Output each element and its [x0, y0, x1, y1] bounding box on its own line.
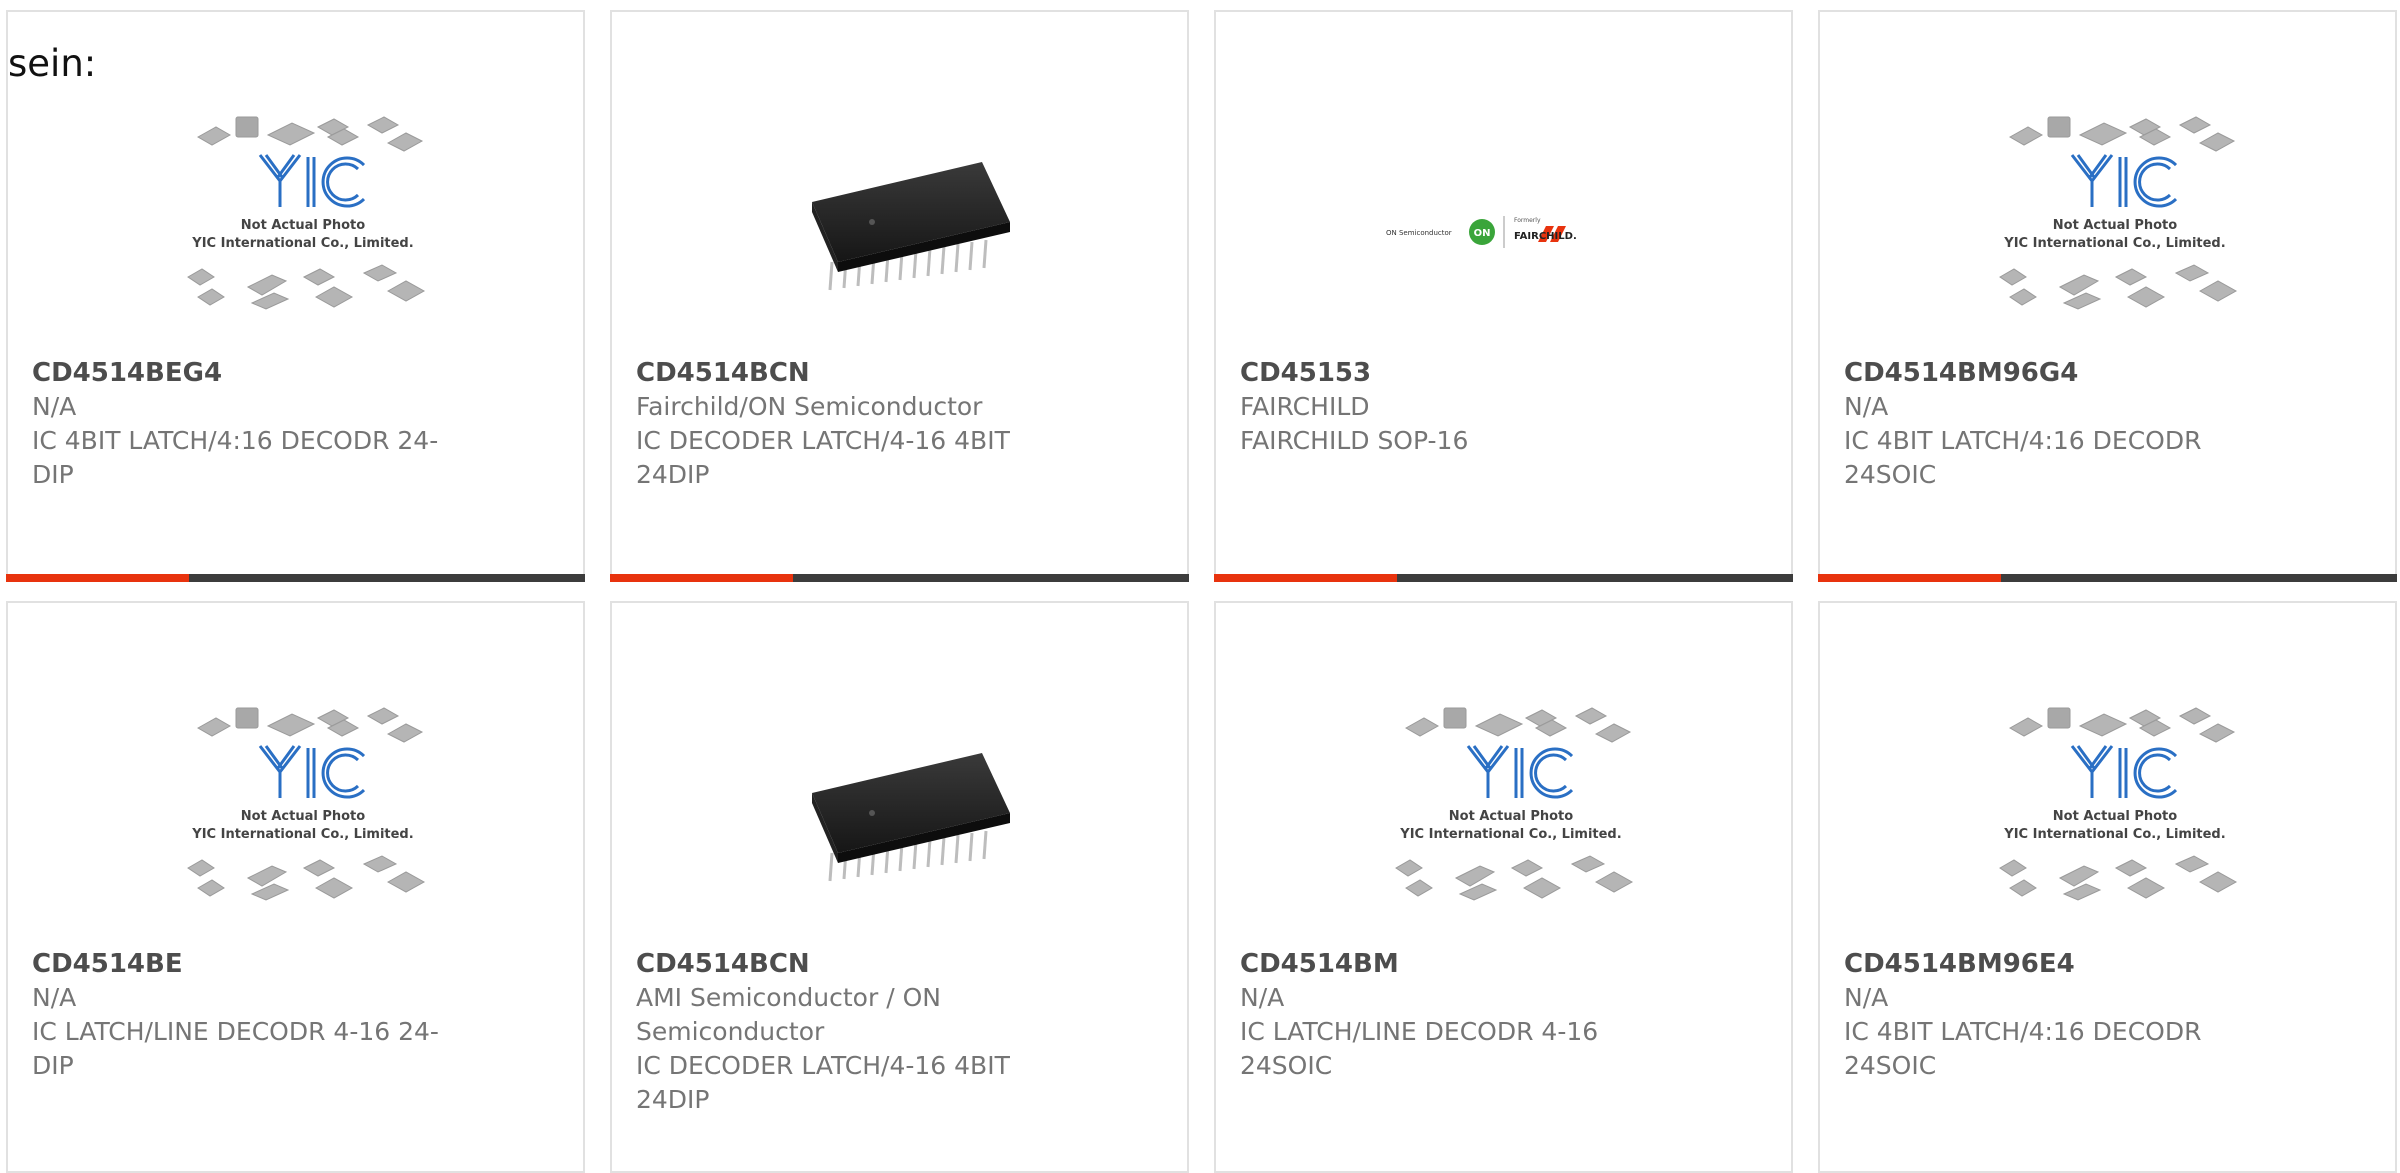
product-info: CD4514BM96G4 N/A IC 4BIT LATCH/4:16 DECODR…	[1844, 356, 2304, 492]
product-card[interactable]: Not Actual Photo YIC International Co., …	[6, 601, 585, 1173]
manufacturer: N/A	[32, 983, 77, 1012]
on-fairchild-logo: ON Semiconductor ON Formerly FAIRCHILD.	[1386, 216, 1577, 248]
not-actual-photo-image: Not Actual Photo YIC International Co., …	[1395, 707, 1634, 901]
product-info: CD4514BEG4 N/A IC 4BIT LATCH/4:16 DECODR 2…	[32, 356, 492, 492]
description: IC 4BIT LATCH/4:16 DECODR 24- DIP	[32, 426, 439, 489]
description: IC DECODER LATCH/4-16 4BIT 24DIP	[636, 1051, 1010, 1114]
product-image[interactable]: Not Actual Photo YIC International Co., …	[168, 698, 438, 948]
not-actual-photo-image: Not Actual Photo YIC International Co., …	[1999, 707, 2238, 901]
manufacturer: N/A	[1844, 392, 1889, 421]
part-number[interactable]: CD4514BM96E4	[1844, 947, 2304, 981]
card-bottom-bar	[610, 574, 1189, 582]
manufacturer: Fairchild/ON Semiconductor	[636, 392, 983, 421]
part-number[interactable]: CD4514BCN	[636, 947, 1096, 981]
svg-text:ON: ON	[1474, 228, 1491, 239]
card-bottom-bar	[1818, 574, 2397, 582]
product-info: CD4514BCN AMI Semiconductor / ON Semicond…	[636, 947, 1096, 1117]
not-actual-photo-image: Not Actual Photo YIC International Co., …	[1999, 116, 2238, 310]
svg-text:Not Actual Photo: Not Actual Photo	[2053, 809, 2177, 824]
description: IC DECODER LATCH/4-16 4BIT 24DIP	[636, 426, 1010, 489]
svg-text:YIC International Co., Limited: YIC International Co., Limited.	[1399, 827, 1621, 842]
product-card[interactable]: CD4514BCN Fairchild/ON Semiconductor IC DE…	[610, 10, 1189, 582]
svg-text:YIC International Co., Limited: YIC International Co., Limited.	[191, 236, 413, 251]
part-number[interactable]: CD45153	[1240, 356, 1700, 390]
product-image[interactable]	[772, 698, 1042, 948]
description: IC LATCH/LINE DECODR 4-16 24- DIP	[32, 1017, 439, 1080]
svg-text:Not Actual Photo: Not Actual Photo	[241, 809, 365, 824]
part-number[interactable]: CD4514BE	[32, 947, 492, 981]
product-card[interactable]: Not Actual Photo YIC International Co., …	[1818, 601, 2397, 1173]
description: FAIRCHILD SOP-16	[1240, 426, 1469, 455]
manufacturer: N/A	[1240, 983, 1285, 1012]
svg-text:Not Actual Photo: Not Actual Photo	[2053, 218, 2177, 233]
product-image[interactable]: Not Actual Photo YIC International Co., …	[1980, 698, 2250, 948]
card-bottom-bar	[6, 574, 585, 582]
product-card[interactable]: Not Actual Photo YIC International Co., …	[1818, 10, 2397, 582]
manufacturer: N/A	[32, 392, 77, 421]
svg-text:FAIRCHILD.: FAIRCHILD.	[1514, 231, 1577, 242]
manufacturer: AMI Semiconductor / ON Semiconductor	[636, 983, 941, 1046]
product-info: CD4514BCN Fairchild/ON Semiconductor IC DE…	[636, 356, 1096, 492]
svg-text:ON Semiconductor: ON Semiconductor	[1386, 229, 1452, 237]
product-card[interactable]: Not Actual Photo YIC International Co., …	[6, 10, 585, 582]
product-image[interactable]: ON Semiconductor ON Formerly FAIRCHILD.	[1376, 107, 1646, 357]
product-info: CD4514BM N/A IC LATCH/LINE DECODR 4-16 24S…	[1240, 947, 1700, 1083]
not-actual-photo-image: Not Actual Photo YIC International Co., …	[187, 116, 426, 310]
product-info: CD4514BE N/A IC LATCH/LINE DECODR 4-16 24-…	[32, 947, 492, 1083]
product-image[interactable]: Not Actual Photo YIC International Co., …	[1376, 698, 1646, 948]
intro-text: sein:	[8, 42, 97, 85]
dip-chip-image	[812, 753, 1010, 882]
part-number[interactable]: CD4514BEG4	[32, 356, 492, 390]
description: IC 4BIT LATCH/4:16 DECODR 24SOIC	[1844, 1017, 2202, 1080]
svg-text:Not Actual Photo: Not Actual Photo	[241, 218, 365, 233]
manufacturer: N/A	[1844, 983, 1889, 1012]
card-accent-bar	[1214, 574, 1397, 582]
svg-text:YIC International Co., Limited: YIC International Co., Limited.	[2003, 236, 2225, 251]
card-accent-bar	[610, 574, 793, 582]
part-number[interactable]: CD4514BM	[1240, 947, 1700, 981]
svg-text:Not Actual Photo: Not Actual Photo	[1449, 809, 1573, 824]
not-actual-photo-image: Not Actual Photo YIC International Co., …	[187, 707, 426, 901]
dip-chip-image	[812, 162, 1010, 291]
part-number[interactable]: CD4514BM96G4	[1844, 356, 2304, 390]
card-bottom-bar	[1214, 574, 1793, 582]
description: IC LATCH/LINE DECODR 4-16 24SOIC	[1240, 1017, 1599, 1080]
product-info: CD45153 FAIRCHILD FAIRCHILD SOP-16	[1240, 356, 1700, 458]
part-number[interactable]: CD4514BCN	[636, 356, 1096, 390]
product-card[interactable]: Not Actual Photo YIC International Co., …	[1214, 601, 1793, 1173]
description: IC 4BIT LATCH/4:16 DECODR 24SOIC	[1844, 426, 2202, 489]
product-image[interactable]: Not Actual Photo YIC International Co., …	[1980, 107, 2250, 357]
product-card[interactable]: ON Semiconductor ON Formerly FAIRCHILD. …	[1214, 10, 1793, 582]
card-accent-bar	[1818, 574, 2001, 582]
card-accent-bar	[6, 574, 189, 582]
product-image[interactable]: Not Actual Photo YIC International Co., …	[168, 107, 438, 357]
svg-text:YIC International Co., Limited: YIC International Co., Limited.	[2003, 827, 2225, 842]
product-info: CD4514BM96E4 N/A IC 4BIT LATCH/4:16 DECODR…	[1844, 947, 2304, 1083]
svg-text:Formerly: Formerly	[1514, 217, 1541, 224]
manufacturer: FAIRCHILD	[1240, 392, 1370, 421]
product-card[interactable]: CD4514BCN AMI Semiconductor / ON Semicond…	[610, 601, 1189, 1173]
svg-text:YIC International Co., Limited: YIC International Co., Limited.	[191, 827, 413, 842]
product-image[interactable]	[772, 107, 1042, 357]
